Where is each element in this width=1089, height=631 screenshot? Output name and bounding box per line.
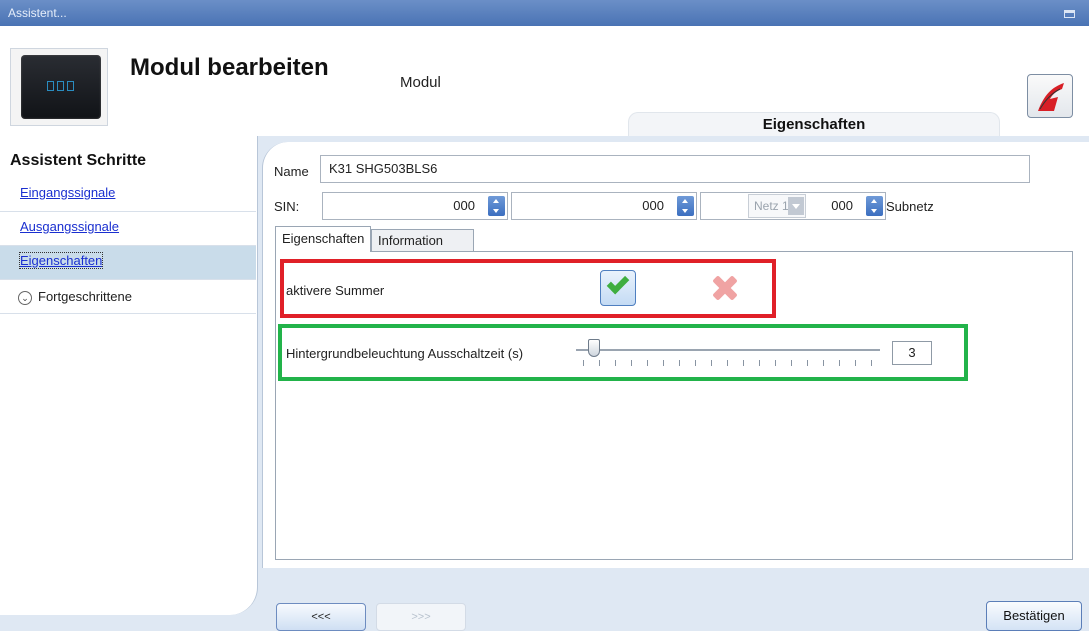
spinner-icon[interactable]	[677, 196, 694, 216]
name-label: Name	[274, 164, 309, 179]
backlight-slider[interactable]	[576, 349, 880, 351]
sidebar-item-eigenschaften[interactable]: Eigenschaften	[0, 246, 256, 280]
spinner-icon[interactable]	[866, 196, 883, 216]
tab-information[interactable]: Information	[371, 229, 474, 252]
device-image-icon	[21, 55, 101, 119]
app-logo-icon[interactable]	[1027, 74, 1073, 118]
back-button[interactable]: <<<	[276, 603, 366, 631]
next-button[interactable]: >>>	[376, 603, 466, 631]
window-title: Assistent...	[8, 6, 67, 20]
confirm-button[interactable]: Bestätigen	[986, 601, 1082, 631]
sin-field-2[interactable]: 000	[511, 192, 697, 220]
enable-buzzer-button[interactable]	[600, 270, 636, 306]
steps-sidebar: Assistent Schritte Eingangssignale Ausga…	[0, 136, 258, 615]
sin-value-1: 000	[453, 198, 475, 213]
sidebar-item-label[interactable]: Eigenschaften	[18, 252, 104, 269]
subnet-label: Subnetz	[886, 199, 934, 214]
disable-buzzer-button[interactable]	[706, 270, 742, 306]
maximize-icon[interactable]	[1064, 0, 1075, 26]
checkmark-icon	[606, 271, 630, 295]
chevron-down-icon[interactable]: ⌄	[18, 290, 32, 305]
spinner-icon[interactable]	[488, 196, 505, 216]
tab-eigenschaften[interactable]: Eigenschaften	[275, 226, 371, 252]
sin-label: SIN:	[274, 199, 300, 214]
backlight-label: Hintergrundbeleuchtung Ausschaltzeit (s)	[286, 346, 524, 361]
buzzer-label: aktivere Summer	[286, 283, 385, 298]
page-title: Modul bearbeiten	[130, 54, 329, 81]
slider-ticks	[583, 360, 875, 366]
sin-value-3: 000	[831, 198, 853, 213]
sin-field-1[interactable]: 000	[322, 192, 508, 220]
sidebar-item-fortgeschrittene[interactable]: ⌄ Fortgeschrittene	[0, 280, 256, 314]
section-tab-eigenschaften: Eigenschaften	[628, 112, 1000, 136]
name-field[interactable]: K31 SHG503BLS6	[320, 155, 1030, 183]
sidebar-item-label[interactable]: Ausgangssignale	[20, 219, 119, 234]
page-subtitle: Modul	[400, 74, 441, 91]
subnet-value: Netz 1	[754, 199, 789, 213]
sidebar-item-ausgangssignale[interactable]: Ausgangssignale	[0, 212, 256, 246]
sidebar-item-eingangssignale[interactable]: Eingangssignale	[0, 178, 256, 212]
dropdown-arrow-icon[interactable]	[788, 197, 804, 215]
slider-thumb[interactable]	[588, 339, 601, 357]
device-thumbnail	[10, 48, 108, 126]
steps-title: Assistent Schritte	[10, 152, 147, 169]
sidebar-item-label: Fortgeschrittene	[38, 289, 132, 304]
sin-value-2: 000	[642, 198, 664, 213]
sidebar-item-label[interactable]: Eingangssignale	[20, 185, 115, 200]
backlight-value-field[interactable]: 3	[892, 341, 932, 365]
header: Modul bearbeiten Modul Eigenschaften	[0, 26, 1089, 136]
window-titlebar: Assistent...	[0, 0, 1089, 26]
subnet-select[interactable]: Netz 1	[748, 194, 806, 218]
